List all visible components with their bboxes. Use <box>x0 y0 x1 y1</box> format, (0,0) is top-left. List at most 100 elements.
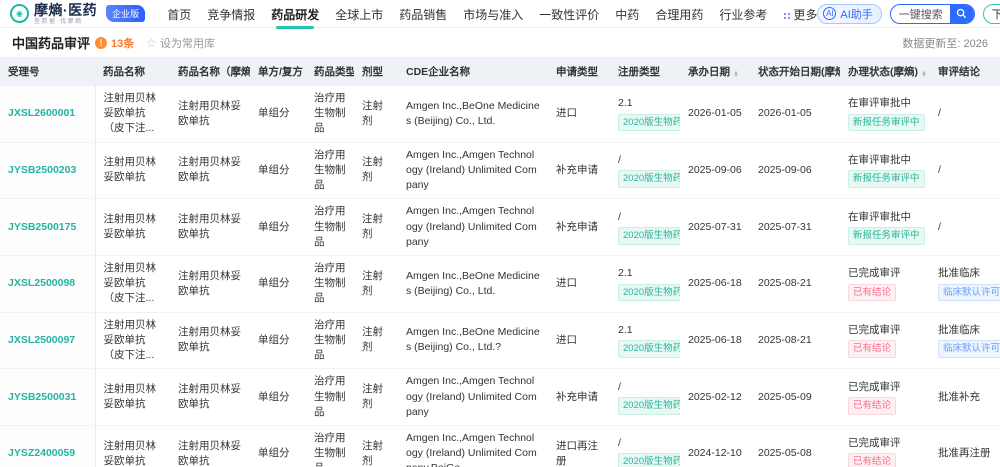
cell-company: Amgen Inc.,Amgen Technology (Ireland) Un… <box>398 369 548 426</box>
top-navigation-bar: ◉ 摩熵·医药 查数据·找摩熵 企业版 首页竞争情报药品研发全球上市药品销售市场… <box>0 0 1000 28</box>
nav-item-2[interactable]: 竞争情报 <box>207 0 255 28</box>
ai-assistant-button[interactable]: AI AI助手 <box>817 4 881 24</box>
status-badge: 已有结论 <box>848 397 896 415</box>
column-header-accept_date[interactable]: 承办日期▲▼ <box>680 57 750 86</box>
nav-item-7[interactable]: 一致性评价 <box>539 0 599 28</box>
reg-type-badge: 2020版生物药 <box>618 453 680 467</box>
cell-status_date: 2025-07-31 <box>750 199 840 256</box>
nav-item-8[interactable]: 中药 <box>615 0 639 28</box>
cell-status_date: 2025-08-21 <box>750 255 840 312</box>
cell-drug_name: 注射用贝林妥欧单抗 <box>95 369 170 426</box>
status-badge: 新报任务审评中 <box>848 114 925 132</box>
column-header-drug_name_mo: 药品名称（摩熵） <box>170 57 250 86</box>
reg-type-value: 2.1 <box>618 323 672 338</box>
cell-accept_date: 2025-02-12 <box>680 369 750 426</box>
cell-drug_name_mo: 注射用贝林妥欧单抗 <box>170 142 250 199</box>
column-label-reg_type: 注册类型 <box>618 66 660 78</box>
cell-company: Amgen Inc.,Amgen Technology (Ireland) Un… <box>398 142 548 199</box>
cell-acceptance_no: JYSB2500175 <box>0 199 95 256</box>
cell-accept_date: 2025-06-18 <box>680 255 750 312</box>
reg-type-badge: 2020版生物药 <box>618 284 680 302</box>
cell-accept_date: 2025-09-06 <box>680 142 750 199</box>
cell-company: Amgen Inc.,BeOne Medicines (Beijing) Co.… <box>398 312 548 369</box>
nav-item-6[interactable]: 市场与准入 <box>463 0 523 28</box>
column-header-status[interactable]: 办理状态(摩熵)▲▼ <box>840 57 930 86</box>
cell-apply_type: 进口 <box>548 255 610 312</box>
acceptance-number-link[interactable]: JYSB2500175 <box>8 220 87 235</box>
download-records-button[interactable]: 下载记录 <box>983 4 1000 24</box>
reg-type-value: / <box>618 380 672 395</box>
cell-status: 在审评审批中新报任务审评中 <box>840 199 930 256</box>
reg-type-badge: 2020版生物药 <box>618 397 680 415</box>
status-badge: 已有结论 <box>848 340 896 358</box>
cell-drug_name: 注射用贝林妥欧单抗 <box>95 425 170 467</box>
nav-item-10[interactable]: 行业参考 <box>719 0 767 28</box>
cell-status: 在审评审批中新报任务审评中 <box>840 86 930 142</box>
column-header-drug_type: 药品类型 <box>306 57 354 86</box>
cell-reg_type: /2020版生物药 <box>610 142 680 199</box>
drug-review-table: 受理号药品名称药品名称（摩熵）单方/复方药品类型剂型CDE企业名称申请类型注册类… <box>0 57 1000 467</box>
top-actions: AI AI助手 一键搜索 下载记录 <box>817 4 1000 24</box>
cell-accept_date: 2025-07-31 <box>680 199 750 256</box>
cell-conclusion: / <box>930 86 1000 142</box>
nav-item-9[interactable]: 合理用药 <box>655 0 703 28</box>
data-updated-text: 数据更新至: 2026 <box>902 35 988 51</box>
column-header-company: CDE企业名称 <box>398 57 548 86</box>
cell-reg_type: 2.12020版生物药 <box>610 86 680 142</box>
company-name: Amgen Inc.,Amgen Technology (Ireland) Un… <box>406 204 540 250</box>
status-badge: 已有结论 <box>848 453 896 467</box>
star-icon: ☆ <box>146 36 157 50</box>
sort-icon-accept_date[interactable]: ▲▼ <box>733 72 739 79</box>
column-label-acceptance_no: 受理号 <box>8 66 40 78</box>
column-header-apply_type: 申请类型 <box>548 57 610 86</box>
cell-drug_name_mo: 注射用贝林妥欧单抗 <box>170 86 250 142</box>
cell-status: 已完成审评已有结论 <box>840 369 930 426</box>
cell-compound: 单组分 <box>250 86 306 142</box>
page-title: 中国药品审评 <box>12 33 90 52</box>
sort-icon-status[interactable]: ▲▼ <box>921 72 927 79</box>
column-label-accept_date: 承办日期 <box>688 66 730 78</box>
acceptance-number-link[interactable]: JXSL2500098 <box>8 276 87 291</box>
table-body: JXSL2600001注射用贝林妥欧单抗（皮下注...注射用贝林妥欧单抗单组分治… <box>0 86 1000 467</box>
acceptance-number-link[interactable]: JYSB2500203 <box>8 163 87 178</box>
cell-acceptance_no: JYSB2500031 <box>0 369 95 426</box>
acceptance-number-link[interactable]: JYSB2500031 <box>8 390 87 405</box>
conclusion-text: 批准临床 <box>938 323 992 338</box>
nav-item-3[interactable]: 药品研发 <box>271 0 319 28</box>
cell-conclusion: 批准再注册 <box>930 425 1000 467</box>
nav-item-4[interactable]: 全球上市 <box>335 0 383 28</box>
column-label-drug_name_mo: 药品名称（摩熵） <box>178 66 250 78</box>
cell-status: 已完成审评已有结论 <box>840 255 930 312</box>
ai-icon: AI <box>823 7 836 20</box>
brand-logo[interactable]: ◉ 摩熵·医药 查数据·找摩熵 企业版 <box>10 3 145 25</box>
cell-conclusion: / <box>930 142 1000 199</box>
cell-compound: 单组分 <box>250 255 306 312</box>
set-favorite-button[interactable]: ☆ 设为常用库 <box>146 35 215 51</box>
cell-apply_type: 补充申请 <box>548 199 610 256</box>
quick-search-button[interactable]: 一键搜索 <box>890 4 975 24</box>
acceptance-number-link[interactable]: JYSZ2400059 <box>8 446 87 461</box>
acceptance-number-link[interactable]: JXSL2600001 <box>8 106 87 121</box>
conclusion-text: / <box>938 220 992 235</box>
status-badge: 已有结论 <box>848 284 896 302</box>
column-label-company: CDE企业名称 <box>406 66 470 78</box>
search-icon[interactable] <box>950 4 974 24</box>
reg-type-value: 2.1 <box>618 266 672 281</box>
cell-status_date: 2026-01-05 <box>750 86 840 142</box>
acceptance-number-link[interactable]: JXSL2500097 <box>8 333 87 348</box>
column-header-acceptance_no: 受理号 <box>0 57 95 86</box>
cell-drug_name: 注射用贝林妥欧单抗（皮下注... <box>95 86 170 142</box>
conclusion-badge: 临床默认许可 <box>938 284 1000 302</box>
nav-item-5[interactable]: 药品销售 <box>399 0 447 28</box>
cell-drug_type: 治疗用生物制品 <box>306 199 354 256</box>
info-icon[interactable]: ! <box>95 37 107 49</box>
column-label-status: 办理状态(摩熵) <box>848 66 918 78</box>
column-header-status_date[interactable]: 状态开始日期(摩熵)▲▼ <box>750 57 840 86</box>
nav-item-11[interactable]: 更多 <box>783 0 817 28</box>
nav-item-1[interactable]: 首页 <box>167 0 191 28</box>
reg-type-badge: 2020版生物药 <box>618 114 680 132</box>
cell-reg_type: 2.1 2020版生物药 <box>610 255 680 312</box>
cell-company: Amgen Inc.,Amgen Technology (Ireland) Un… <box>398 199 548 256</box>
cell-status: 已完成审评已有结论 <box>840 425 930 467</box>
status-text: 在审评审批中 <box>848 210 922 225</box>
